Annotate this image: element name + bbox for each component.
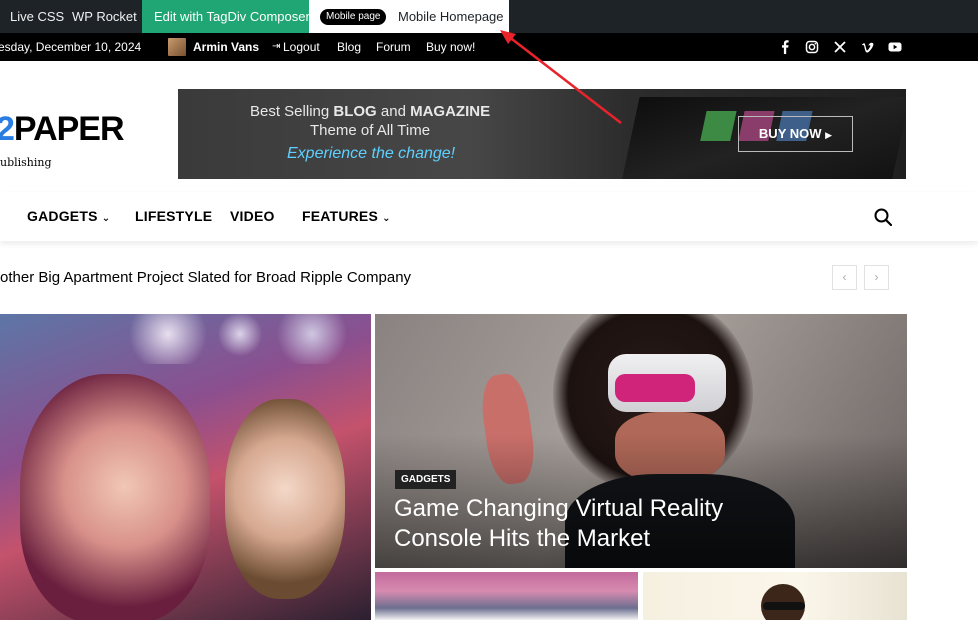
live-css-link[interactable]: Live CSS	[10, 0, 64, 33]
chevron-down-icon: ⌄	[382, 213, 391, 224]
news-ticker-text[interactable]: other Big Apartment Project Slated for B…	[0, 269, 411, 286]
mobile-homepage-link[interactable]: Mobile page Mobile Homepage	[309, 0, 509, 33]
nav-item-lifestyle[interactable]: LIFESTYLE	[135, 192, 212, 241]
featured-tile-party-image[interactable]	[0, 314, 371, 620]
x-icon[interactable]	[833, 40, 847, 54]
banner-line-1: Best Selling BLOG and MAGAZINE	[250, 103, 491, 120]
buy-now-link[interactable]: Buy now!	[426, 33, 475, 61]
nav-item-video[interactable]: VIDEO	[230, 192, 275, 241]
facebook-icon[interactable]	[778, 40, 792, 54]
featured-tile-coast-image[interactable]	[375, 572, 638, 620]
chevron-left-icon: ‹	[842, 270, 847, 284]
youtube-icon[interactable]	[888, 40, 902, 54]
banner-buy-now-button[interactable]: BUY NOW ▶	[738, 116, 853, 152]
banner-line-3: Experience the change!	[287, 145, 456, 162]
wp-rocket-link[interactable]: WP Rocket	[72, 0, 137, 33]
user-name[interactable]: Armin Vans	[193, 33, 259, 61]
search-icon[interactable]	[874, 208, 892, 226]
logo-wordmark: 2PAPER	[0, 110, 125, 148]
caret-right-icon: ▶	[825, 130, 833, 140]
mobile-homepage-label: Mobile Homepage	[398, 9, 504, 24]
nav-item-gadgets[interactable]: GADGETS ⌄	[27, 192, 110, 243]
admin-bar: Live CSS WP Rocket Edit with TagDiv Comp…	[0, 0, 978, 33]
logout-icon[interactable]: ⇥	[272, 33, 280, 61]
vimeo-icon[interactable]	[861, 40, 875, 54]
forum-link[interactable]: Forum	[376, 33, 411, 61]
current-date: esday, December 10, 2024	[0, 40, 142, 54]
category-tag-gadgets[interactable]: GADGETS	[395, 470, 457, 489]
banner-line-2: Theme of All Time	[310, 122, 431, 139]
ticker-prev-button[interactable]: ‹	[832, 265, 857, 290]
avatar[interactable]	[168, 38, 186, 56]
top-bar: esday, December 10, 2024 Armin Vans ⇥ Lo…	[0, 33, 978, 61]
ad-banner[interactable]: Best Selling BLOG and MAGAZINE Theme of …	[178, 89, 906, 179]
ticker-next-button[interactable]: ›	[864, 265, 889, 290]
featured-headline[interactable]: Game Changing Virtual Reality Console Hi…	[394, 494, 754, 554]
mobile-page-badge: Mobile page	[320, 9, 387, 25]
logout-link[interactable]: Logout	[283, 33, 320, 61]
nav-item-features[interactable]: FEATURES ⌄	[302, 192, 391, 243]
featured-tile-man-image[interactable]	[643, 572, 907, 620]
chevron-right-icon: ›	[874, 270, 879, 284]
chevron-down-icon: ⌄	[101, 213, 111, 224]
main-nav: GADGETS ⌄ LIFESTYLE VIDEO FEATURES ⌄	[0, 192, 978, 241]
edit-composer-button[interactable]: Edit with TagDiv Composer	[142, 0, 310, 33]
blog-link[interactable]: Blog	[337, 33, 361, 61]
instagram-icon[interactable]	[805, 40, 819, 54]
logo-tagline: ublishing	[0, 156, 52, 169]
